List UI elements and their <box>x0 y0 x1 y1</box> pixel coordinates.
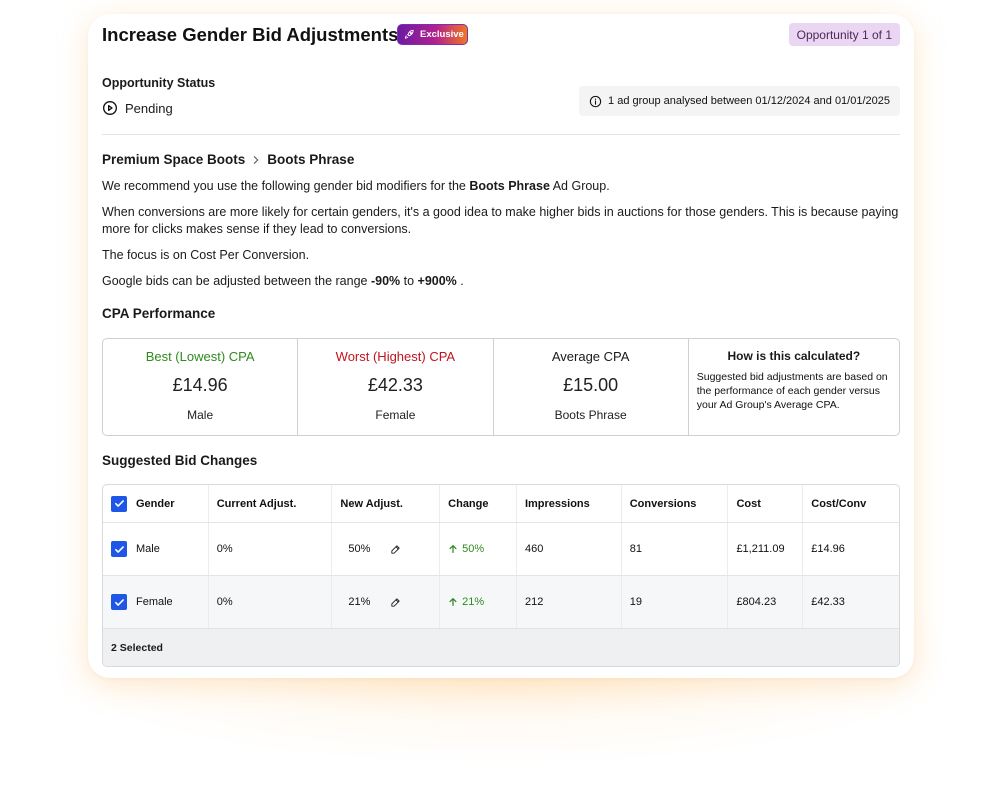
change-value: 50% <box>448 543 484 555</box>
new-adjust-editor[interactable]: 50% <box>340 543 401 555</box>
range-text-start: Google bids can be adjusted between the … <box>102 274 371 288</box>
info-icon <box>589 95 602 107</box>
col-current-adjust: Current Adjust. <box>209 485 333 522</box>
change-cell: 50% <box>440 523 517 575</box>
cpa-section-title: CPA Performance <box>102 306 216 321</box>
opportunity-card: Increase Gender Bid Adjustments Exclusiv… <box>88 14 914 678</box>
how-calculated-text: Suggested bid adjustments are based on t… <box>696 371 888 411</box>
cpa-worst-label: Worst (Highest) CPA <box>335 349 456 364</box>
page-title: Increase Gender Bid Adjustments <box>102 24 399 45</box>
current-adjust-value: 0% <box>209 523 333 575</box>
row-checkbox[interactable] <box>111 594 127 610</box>
cost-conv-value: £42.33 <box>811 596 845 608</box>
new-adjust-value: 50% <box>348 543 371 555</box>
col-impressions: Impressions <box>517 485 622 522</box>
analysis-info: 1 ad group analysed between 01/12/2024 a… <box>579 86 900 116</box>
status-label: Opportunity Status <box>102 76 216 90</box>
change-value: 21% <box>448 596 484 608</box>
gender-value: Female <box>136 596 173 608</box>
range-text-mid: to <box>400 274 418 288</box>
exclusive-badge: Exclusive <box>397 24 468 45</box>
check-icon <box>114 500 124 507</box>
cpa-worst: Worst (Highest) CPA £42.33 Female <box>298 339 494 435</box>
select-all-checkbox[interactable] <box>111 495 127 512</box>
col-change: Change <box>440 485 517 522</box>
range-text: Google bids can be adjusted between the … <box>102 273 902 290</box>
new-adjust-editor[interactable]: 21% <box>340 596 401 608</box>
opportunity-counter: Opportunity 1 of 1 <box>788 23 900 46</box>
row-checkbox[interactable] <box>111 541 127 557</box>
cpa-performance-box: Best (Lowest) CPA £14.96 Male Worst (Hig… <box>102 338 900 436</box>
row-gender: Female <box>103 576 209 628</box>
explanation-text: When conversions are more likely for cer… <box>102 205 899 236</box>
cpa-explanation: How is this calculated? Suggested bid ad… <box>689 339 899 435</box>
arrow-up-icon <box>449 598 457 606</box>
new-adjust-value: 21% <box>348 596 371 608</box>
check-icon <box>114 545 124 553</box>
new-adjust-cell: 21% <box>332 576 441 628</box>
play-circle-icon <box>103 101 117 115</box>
change-text: 50% <box>462 543 485 555</box>
arrow-up-icon <box>449 545 457 553</box>
range-text-end: . <box>456 274 464 288</box>
impressions-value: 460 <box>517 523 622 575</box>
divider <box>102 134 900 135</box>
cpa-best: Best (Lowest) CPA £14.96 Male <box>103 339 299 435</box>
header-gender: Gender <box>103 485 209 522</box>
breadcrumb-ad-group: Boots Phrase <box>267 152 355 167</box>
conversions-value: 81 <box>622 523 729 575</box>
selection-footer: 2 Selected <box>103 629 899 666</box>
change-cell: 21% <box>440 576 517 628</box>
cpa-average-value: £15.00 <box>563 375 619 395</box>
gender-value: Male <box>136 543 160 555</box>
cpa-best-value: £14.96 <box>172 375 228 395</box>
rec-text-start: We recommend you use the following gende… <box>102 179 470 193</box>
cpa-average: Average CPA £15.00 Boots Phrase <box>494 339 689 435</box>
badge-label: Exclusive <box>420 29 464 40</box>
breadcrumb: Premium Space Boots Boots Phrase <box>102 152 354 167</box>
col-cost-conv: Cost/Conv <box>811 497 867 510</box>
new-adjust-cell: 50% <box>332 523 441 575</box>
analysis-text: 1 ad group analysed between 01/12/2024 a… <box>608 95 890 107</box>
bid-changes-table: Gender Current Adjust. New Adjust. Chang… <box>102 484 900 667</box>
current-adjust-value: 0% <box>209 576 333 628</box>
cost-value: £1,211.09 <box>728 523 804 575</box>
range-min: -90% <box>370 274 401 288</box>
cpa-average-sub: Boots Phrase <box>554 408 627 422</box>
cost-conv-value: £14.96 <box>811 543 845 555</box>
table-header: Gender Current Adjust. New Adjust. Chang… <box>103 485 899 523</box>
row-gender: Male <box>103 523 209 575</box>
rocket-icon <box>404 29 414 39</box>
cost-value: £804.23 <box>728 576 804 628</box>
pencil-icon[interactable] <box>390 597 401 608</box>
range-max: +900% <box>417 274 457 288</box>
cpa-worst-value: £42.33 <box>367 375 423 395</box>
focus-text: The focus is on Cost Per Conversion. <box>102 248 310 262</box>
col-gender: Gender <box>136 497 175 510</box>
cpa-best-sub: Male <box>187 408 214 422</box>
table-row: Male 0% 50% 50% 460 81 £1,211.09 £14.96 <box>103 523 899 576</box>
col-new-adjust: New Adjust. <box>332 485 441 522</box>
bids-section-title: Suggested Bid Changes <box>102 453 258 468</box>
conversions-value: 19 <box>622 576 729 628</box>
cpa-average-label: Average CPA <box>551 349 630 364</box>
rec-text-end: Ad Group. <box>549 179 610 193</box>
impressions-value: 212 <box>517 576 622 628</box>
check-icon <box>114 598 124 606</box>
col-cost: Cost <box>728 485 804 522</box>
cpa-worst-sub: Female <box>375 408 416 422</box>
status-value: Pending <box>102 100 173 116</box>
breadcrumb-campaign: Premium Space Boots <box>102 152 246 167</box>
table-row: Female 0% 21% 21% 212 19 £804.23 £42.33 <box>103 576 899 629</box>
how-calculated-title: How is this calculated? <box>727 349 861 363</box>
pencil-icon[interactable] <box>390 544 401 555</box>
recommendation-text: We recommend you use the following gende… <box>102 178 902 195</box>
change-text: 21% <box>462 596 485 608</box>
status-text: Pending <box>125 100 173 116</box>
cpa-best-label: Best (Lowest) CPA <box>145 349 255 364</box>
chevron-right-icon <box>254 155 259 164</box>
rec-ad-group: Boots Phrase <box>469 179 550 193</box>
col-conversions: Conversions <box>622 485 729 522</box>
